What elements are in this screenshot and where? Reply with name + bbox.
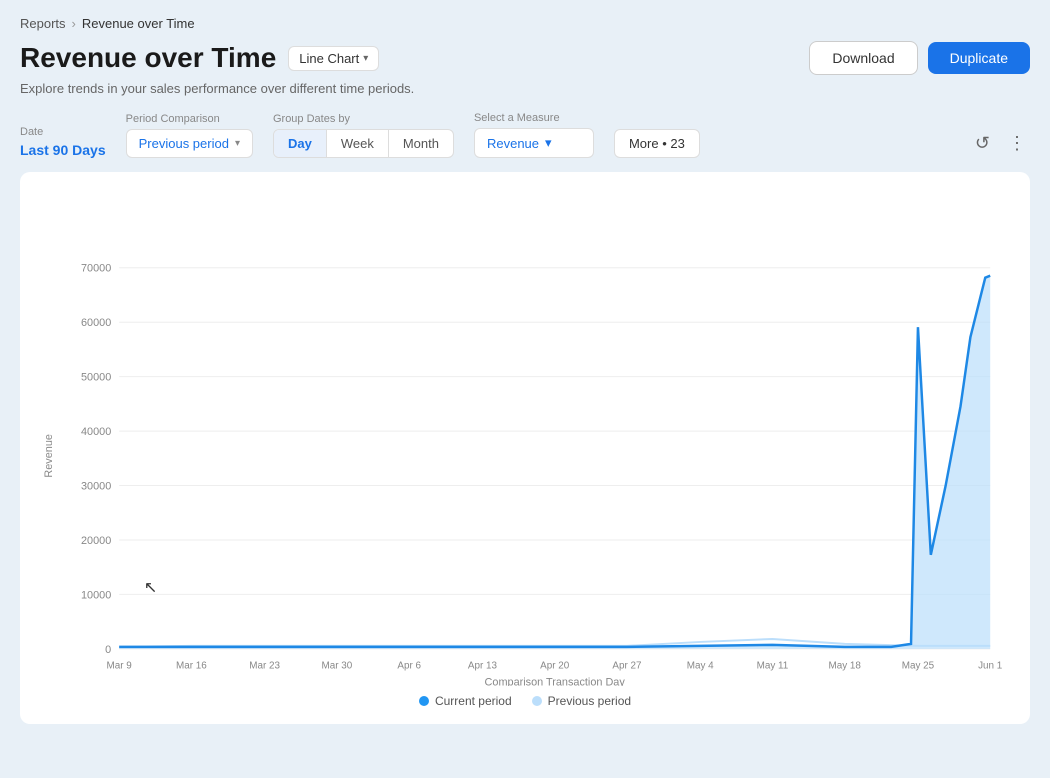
- period-filter-label: Period Comparison: [126, 113, 253, 125]
- svg-text:May 25: May 25: [902, 661, 935, 672]
- title-area: Revenue over Time Line Chart ▾: [20, 42, 379, 74]
- download-button[interactable]: Download: [809, 41, 917, 75]
- duplicate-button[interactable]: Duplicate: [928, 42, 1030, 74]
- refresh-button[interactable]: ↺: [971, 129, 994, 158]
- y-axis-label: Revenue: [43, 434, 55, 478]
- breadcrumb: Reports › Revenue over Time: [20, 16, 1030, 31]
- svg-text:40000: 40000: [81, 426, 111, 438]
- svg-text:Jun 1: Jun 1: [978, 661, 1003, 672]
- breadcrumb-parent[interactable]: Reports: [20, 16, 66, 31]
- svg-text:30000: 30000: [81, 480, 111, 492]
- legend-previous: Previous period: [532, 694, 631, 708]
- period-filter-select[interactable]: Previous period ▾: [126, 129, 253, 158]
- measure-filter-group: Select a Measure Revenue ▾: [474, 112, 594, 158]
- filter-row: Date Last 90 Days Period Comparison Prev…: [20, 112, 1030, 158]
- legend-previous-label: Previous period: [548, 694, 631, 708]
- svg-text:70000: 70000: [81, 263, 111, 275]
- chart-wrap: Revenue 0 10000 20000 30000 40000 50000 …: [40, 196, 1010, 686]
- more-vert-icon: ⋮: [1008, 133, 1026, 153]
- svg-text:Apr 20: Apr 20: [540, 661, 570, 672]
- svg-text:10000: 10000: [81, 589, 111, 601]
- measure-filter-label: Select a Measure: [474, 112, 594, 124]
- svg-text:60000: 60000: [81, 317, 111, 329]
- svg-text:Apr 13: Apr 13: [468, 661, 498, 672]
- svg-text:50000: 50000: [81, 372, 111, 384]
- svg-text:Comparison Transaction Day: Comparison Transaction Day: [485, 676, 626, 686]
- svg-text:Apr 27: Apr 27: [612, 661, 641, 672]
- legend-current: Current period: [419, 694, 512, 708]
- more-options-button[interactable]: ⋮: [1004, 129, 1030, 158]
- page-title: Revenue over Time: [20, 42, 276, 74]
- period-chevron-icon: ▾: [235, 138, 240, 149]
- legend-previous-dot: [532, 696, 542, 706]
- breadcrumb-separator: ›: [72, 16, 76, 31]
- current-period-line: [119, 276, 990, 647]
- svg-text:May 4: May 4: [687, 661, 714, 672]
- measure-chevron-icon: ▾: [545, 135, 552, 151]
- header-actions: Download Duplicate: [809, 41, 1030, 75]
- svg-text:0: 0: [105, 644, 111, 656]
- current-period-area: [119, 276, 990, 649]
- filter-row-right: ↺ ⋮: [971, 129, 1030, 158]
- svg-text:20000: 20000: [81, 535, 111, 547]
- period-filter-value: Previous period: [139, 136, 229, 151]
- chart-type-chevron-icon: ▾: [363, 53, 368, 64]
- group-dates-filter-group: Group Dates by Day Week Month: [273, 113, 454, 158]
- svg-text:Mar 30: Mar 30: [322, 661, 353, 672]
- svg-text:May 18: May 18: [829, 661, 862, 672]
- date-filter-label: Date: [20, 126, 106, 138]
- group-month-button[interactable]: Month: [388, 130, 453, 157]
- chart-svg: Revenue 0 10000 20000 30000 40000 50000 …: [40, 196, 1010, 686]
- measure-filter-value: Revenue: [487, 136, 539, 151]
- date-filter-value[interactable]: Last 90 Days: [20, 142, 106, 158]
- svg-text:May 11: May 11: [757, 661, 789, 672]
- cursor-pointer: ↖: [144, 579, 157, 596]
- svg-text:Apr 6: Apr 6: [397, 661, 421, 672]
- measure-filter-select[interactable]: Revenue ▾: [474, 128, 594, 158]
- chart-type-label: Line Chart: [299, 51, 359, 66]
- more-button[interactable]: More • 23: [614, 129, 700, 158]
- chart-type-button[interactable]: Line Chart ▾: [288, 46, 379, 71]
- chart-container: Revenue 0 10000 20000 30000 40000 50000 …: [20, 172, 1030, 724]
- legend-current-label: Current period: [435, 694, 512, 708]
- page-subtitle: Explore trends in your sales performance…: [20, 81, 1030, 96]
- chart-legend: Current period Previous period: [40, 694, 1010, 708]
- group-dates-label: Group Dates by: [273, 113, 454, 125]
- svg-text:Mar 23: Mar 23: [249, 661, 280, 672]
- group-dates-buttons: Day Week Month: [273, 129, 454, 158]
- refresh-icon: ↺: [975, 133, 990, 153]
- page-header: Revenue over Time Line Chart ▾ Download …: [20, 41, 1030, 75]
- legend-current-dot: [419, 696, 429, 706]
- date-filter-group: Date Last 90 Days: [20, 126, 106, 158]
- group-day-button[interactable]: Day: [274, 130, 326, 157]
- breadcrumb-current: Revenue over Time: [82, 16, 195, 31]
- svg-text:Mar 16: Mar 16: [176, 661, 207, 672]
- period-filter-group: Period Comparison Previous period ▾: [126, 113, 253, 158]
- group-week-button[interactable]: Week: [326, 130, 388, 157]
- svg-text:Mar 9: Mar 9: [107, 661, 133, 672]
